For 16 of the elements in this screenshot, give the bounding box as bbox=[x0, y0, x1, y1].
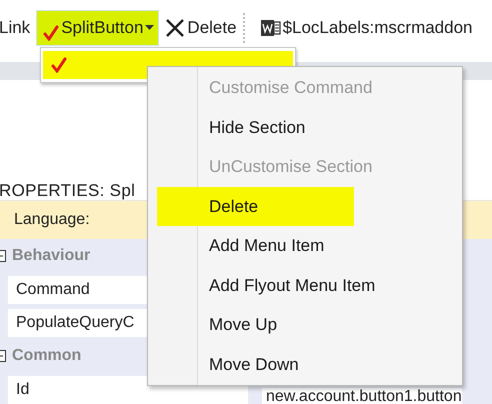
caret-icon bbox=[145, 25, 154, 31]
group-header: Behaviour bbox=[12, 247, 90, 265]
menu-item[interactable]: Add Menu Item bbox=[148, 226, 462, 266]
x-icon bbox=[165, 18, 186, 38]
checkmark-icon bbox=[51, 57, 67, 73]
properties-title: ROPERTIES: Spl bbox=[0, 182, 136, 200]
link-button[interactable]: Link bbox=[0, 18, 30, 38]
delete-button[interactable]: Delete bbox=[163, 18, 239, 38]
checkmark-icon bbox=[43, 25, 60, 41]
menu-item[interactable]: Hide Section bbox=[148, 108, 462, 147]
loc-labels-button[interactable]: $LocLabels:mscrmaddon bbox=[258, 18, 475, 38]
split-button[interactable]: SplitButton bbox=[36, 10, 160, 46]
property-value: new.account.button1.button bbox=[262, 388, 462, 404]
document-icon bbox=[260, 18, 281, 38]
group-header: Common bbox=[12, 347, 82, 365]
language-label: Language: bbox=[14, 211, 90, 229]
